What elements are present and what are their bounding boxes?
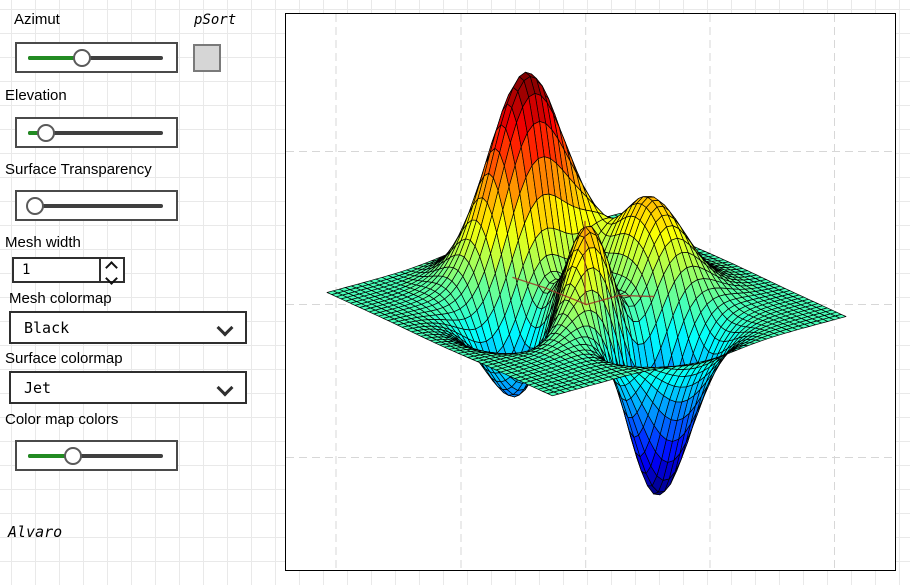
surface-transparency-slider[interactable] [15,190,178,221]
mesh-width-input[interactable] [14,259,104,281]
chevron-down-icon [217,320,234,337]
colormap-colors-slider[interactable] [15,440,178,471]
slider-track[interactable] [28,204,163,208]
slider-thumb[interactable] [73,49,91,67]
slider-thumb[interactable] [37,124,55,142]
surface-colormap-value: Jet [24,379,51,397]
slider-thumb[interactable] [26,197,44,215]
colormap-colors-label: Color map colors [5,411,118,428]
app-canvas: Azimut pSort Elevation Surface Transpare… [0,0,910,585]
plot-area[interactable] [285,13,896,571]
mesh-colormap-select[interactable]: Black [9,311,247,344]
chevron-down-icon [105,272,118,285]
surface-colormap-label: Surface colormap [5,350,123,367]
mesh-width-stepper[interactable] [12,257,125,283]
azimut-slider[interactable] [15,42,178,73]
azimut-label: Azimut [14,11,60,28]
spin-down-button[interactable] [101,270,123,281]
slider-thumb[interactable] [64,447,82,465]
mesh-width-spin-buttons [99,259,123,281]
mesh-width-label: Mesh width [5,234,81,251]
psort-button[interactable] [193,44,221,72]
surface-transparency-label: Surface Transparency [5,161,152,178]
chevron-down-icon [217,380,234,397]
elevation-label: Elevation [5,87,67,104]
peaks-surface-plot[interactable] [286,14,894,569]
mesh-colormap-label: Mesh colormap [9,290,112,307]
elevation-slider[interactable] [15,117,178,148]
mesh-colormap-value: Black [24,319,69,337]
signature-text: Alvaro [8,523,62,541]
psort-label: pSort [194,12,236,28]
surface-colormap-select[interactable]: Jet [9,371,247,404]
